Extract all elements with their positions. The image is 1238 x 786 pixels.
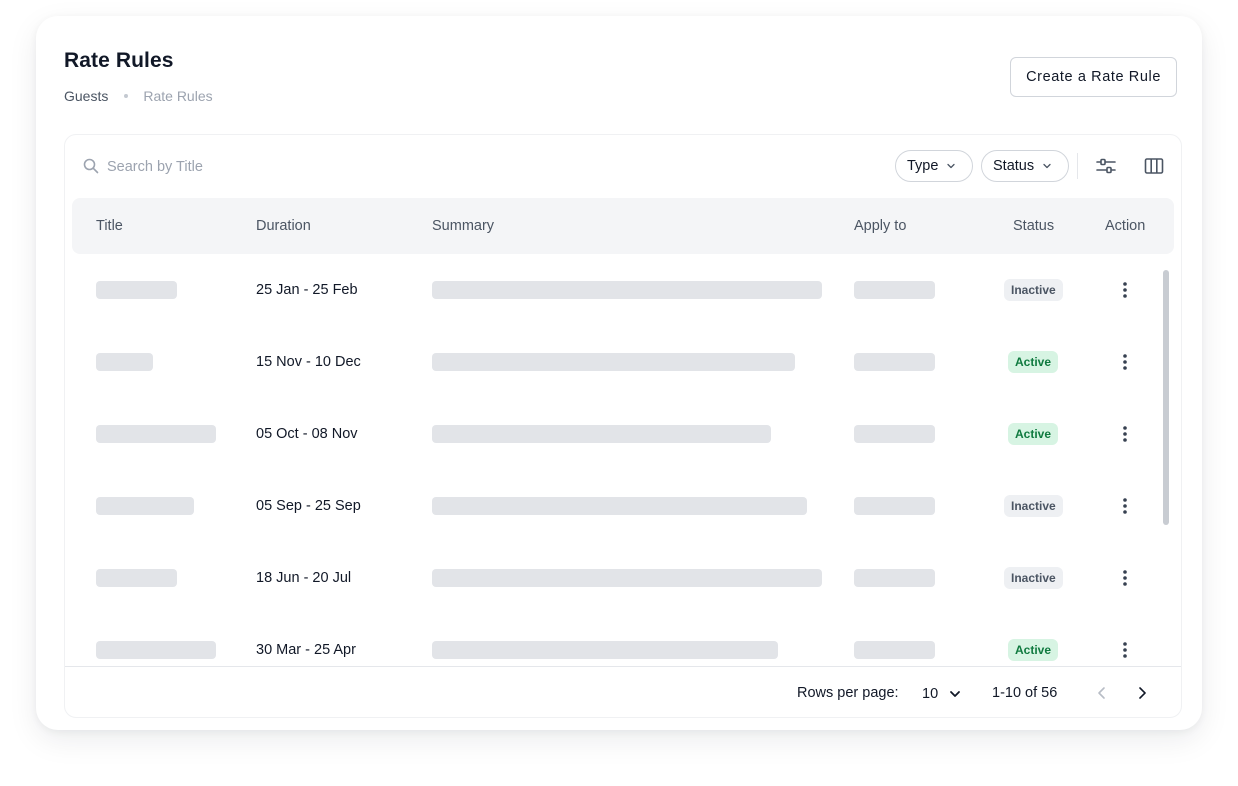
status-filter-dropdown[interactable]: Status	[981, 150, 1069, 182]
more-vertical-icon[interactable]	[1117, 424, 1133, 444]
table-row[interactable]: 15 Nov - 10 Dec Active	[65, 326, 1181, 398]
column-header-apply-to[interactable]: Apply to	[854, 218, 906, 234]
status-badge: Inactive	[1004, 567, 1063, 589]
more-vertical-icon[interactable]	[1117, 280, 1133, 300]
table-pagination: Rows per page: 10 1-10 of 56	[65, 666, 1181, 717]
rows-per-page-value: 10	[922, 686, 939, 702]
duration-cell: 25 Jan - 25 Feb	[256, 282, 358, 298]
adjustments-icon[interactable]	[1095, 155, 1117, 177]
rate-rules-card: Rate Rules Guests Rate Rules Create a Ra…	[36, 16, 1202, 730]
column-header-duration[interactable]: Duration	[256, 218, 311, 234]
table-body: 25 Jan - 25 Feb Inactive 15 Nov - 10 Dec…	[65, 254, 1181, 666]
table-row[interactable]: 18 Jun - 20 Jul Inactive	[65, 542, 1181, 614]
search-input[interactable]	[107, 156, 407, 178]
chevron-down-icon	[1043, 163, 1051, 169]
toolbar-divider	[1077, 153, 1078, 179]
apply-to-skeleton	[854, 353, 935, 371]
summary-skeleton	[432, 281, 822, 299]
duration-cell: 05 Oct - 08 Nov	[256, 426, 358, 442]
rows-per-page-select[interactable]: 10	[922, 683, 961, 705]
table-row[interactable]: 05 Sep - 25 Sep Inactive	[65, 470, 1181, 542]
page-title: Rate Rules	[64, 49, 174, 72]
more-vertical-icon[interactable]	[1117, 352, 1133, 372]
summary-skeleton	[432, 569, 822, 587]
summary-skeleton	[432, 641, 778, 659]
breadcrumb-guests[interactable]: Guests	[64, 88, 108, 104]
status-badge: Active	[1008, 639, 1059, 661]
title-skeleton	[96, 281, 177, 299]
pagination-range: 1-10 of 56	[992, 685, 1058, 701]
summary-skeleton	[432, 425, 771, 443]
column-header-title[interactable]: Title	[96, 218, 123, 234]
breadcrumb-separator	[124, 94, 129, 98]
rows-per-page-label: Rows per page:	[797, 685, 899, 701]
apply-to-skeleton	[854, 641, 935, 659]
status-badge: Inactive	[1004, 279, 1063, 301]
more-vertical-icon[interactable]	[1117, 496, 1133, 516]
status-badge: Inactive	[1004, 495, 1063, 517]
table-header: Title Duration Summary Apply to Status A…	[72, 198, 1174, 254]
duration-cell: 18 Jun - 20 Jul	[256, 570, 352, 586]
summary-skeleton	[432, 497, 807, 515]
columns-icon[interactable]	[1143, 155, 1165, 177]
apply-to-skeleton	[854, 569, 935, 587]
duration-cell: 15 Nov - 10 Dec	[256, 354, 361, 370]
column-header-status[interactable]: Status	[1013, 218, 1054, 234]
breadcrumb: Guests Rate Rules	[64, 88, 213, 104]
chevron-down-icon	[950, 691, 961, 697]
title-skeleton	[96, 569, 177, 587]
status-filter-label: Status	[993, 158, 1035, 174]
type-filter-dropdown[interactable]: Type	[895, 150, 973, 182]
chevron-down-icon	[947, 163, 956, 169]
status-badge: Active	[1008, 351, 1059, 373]
column-header-summary[interactable]: Summary	[432, 218, 494, 234]
table-scrollbar[interactable]	[1163, 270, 1169, 525]
chevron-left-icon[interactable]	[1093, 684, 1111, 702]
title-skeleton	[96, 641, 216, 659]
type-filter-label: Type	[907, 158, 939, 174]
status-badge: Active	[1008, 423, 1059, 445]
duration-cell: 30 Mar - 25 Apr	[256, 642, 356, 658]
chevron-right-icon[interactable]	[1133, 684, 1151, 702]
apply-to-skeleton	[854, 425, 935, 443]
rate-rules-table: Type Status	[64, 134, 1182, 718]
column-header-action: Action	[1105, 218, 1146, 234]
table-toolbar: Type Status	[65, 135, 1181, 197]
apply-to-skeleton	[854, 497, 935, 515]
duration-cell: 05 Sep - 25 Sep	[256, 498, 361, 514]
table-row[interactable]: 25 Jan - 25 Feb Inactive	[65, 254, 1181, 326]
title-skeleton	[96, 353, 153, 371]
table-row[interactable]: 05 Oct - 08 Nov Active	[65, 398, 1181, 470]
apply-to-skeleton	[854, 281, 935, 299]
create-rate-rule-button[interactable]: Create a Rate Rule	[1010, 57, 1177, 97]
table-row[interactable]: 30 Mar - 25 Apr Active	[65, 614, 1181, 666]
more-vertical-icon[interactable]	[1117, 568, 1133, 588]
search-icon	[83, 158, 99, 174]
title-skeleton	[96, 425, 216, 443]
title-skeleton	[96, 497, 194, 515]
breadcrumb-rate-rules: Rate Rules	[143, 88, 213, 104]
more-vertical-icon[interactable]	[1117, 640, 1133, 660]
summary-skeleton	[432, 353, 795, 371]
